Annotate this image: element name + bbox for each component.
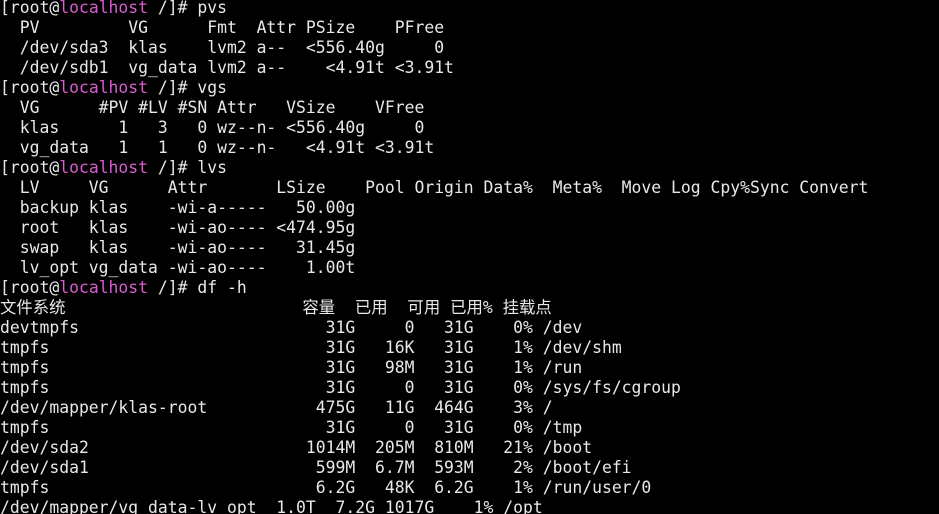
output-line: /dev/mapper/vg_data-lv_opt 1.0T 7.2G 101… — [0, 498, 543, 514]
output-line: klas 1 3 0 wz--n- <556.40g 0 — [0, 118, 425, 137]
output-line: vg_data 1 1 0 wz--n- <4.91t <3.91t — [0, 138, 435, 157]
output-line: /dev/sda3 klas lvm2 a-- <556.40g 0 — [0, 38, 445, 57]
output-line: tmpfs 31G 98M 31G 1% /run — [0, 358, 583, 377]
output-line: lv_opt vg_data -wi-ao---- 1.00t — [0, 258, 356, 277]
output-line: /dev/sda1 599M 6.7M 593M 2% /boot/efi — [0, 458, 632, 477]
prompt-line: [root@localhost /]# pvs — [0, 0, 227, 18]
prompt-user: [root@ — [0, 278, 60, 297]
prompt-path: /]# — [148, 158, 198, 177]
output-line: tmpfs 6.2G 48K 6.2G 1% /run/user/0 — [0, 478, 652, 497]
prompt-hostname: localhost — [59, 0, 149, 17]
prompt-line: [root@localhost /]# lvs — [0, 158, 227, 178]
prompt-line: [root@localhost /]# vgs — [0, 78, 227, 98]
prompt-hostname: localhost — [59, 158, 149, 177]
command-text: vgs — [197, 78, 227, 97]
output-line: /dev/sda2 1014M 205M 810M 21% /boot — [0, 438, 593, 457]
prompt-path: /]# — [148, 78, 198, 97]
prompt-hostname: localhost — [59, 78, 149, 97]
prompt-hostname: localhost — [59, 278, 149, 297]
prompt-path: /]# — [148, 0, 198, 17]
prompt-line: [root@localhost /]# df -h — [0, 278, 247, 298]
output-line: devtmpfs 31G 0 31G 0% /dev — [0, 318, 583, 337]
terminal-window[interactable]: [root@localhost /]# pvs PV VG Fmt Attr P… — [0, 0, 939, 514]
prompt-path: /]# — [148, 278, 198, 297]
prompt-user: [root@ — [0, 158, 60, 177]
output-line: VG #PV #LV #SN Attr VSize VFree — [0, 98, 425, 117]
command-text: pvs — [197, 0, 227, 17]
output-line: tmpfs 31G 0 31G 0% /sys/fs/cgroup — [0, 378, 681, 397]
command-text: lvs — [197, 158, 227, 177]
output-line: swap klas -wi-ao---- 31.45g — [0, 238, 356, 257]
output-line: /dev/sdb1 vg_data lvm2 a-- <4.91t <3.91t — [0, 58, 454, 77]
output-line: 文件系统 容量 已用 可用 已用% 挂载点 — [0, 298, 552, 317]
prompt-user: [root@ — [0, 78, 60, 97]
output-line: backup klas -wi-a----- 50.00g — [0, 198, 356, 217]
output-line: LV VG Attr LSize Pool Origin Data% Meta%… — [0, 178, 869, 197]
command-text: df -h — [197, 278, 247, 297]
output-line: tmpfs 31G 0 31G 0% /tmp — [0, 418, 583, 437]
prompt-user: [root@ — [0, 0, 60, 17]
output-line: root klas -wi-ao---- <474.95g — [0, 218, 356, 237]
output-line: tmpfs 31G 16K 31G 1% /dev/shm — [0, 338, 622, 357]
output-line: PV VG Fmt Attr PSize PFree — [0, 18, 445, 37]
output-line: /dev/mapper/klas-root 475G 11G 464G 3% / — [0, 398, 553, 417]
